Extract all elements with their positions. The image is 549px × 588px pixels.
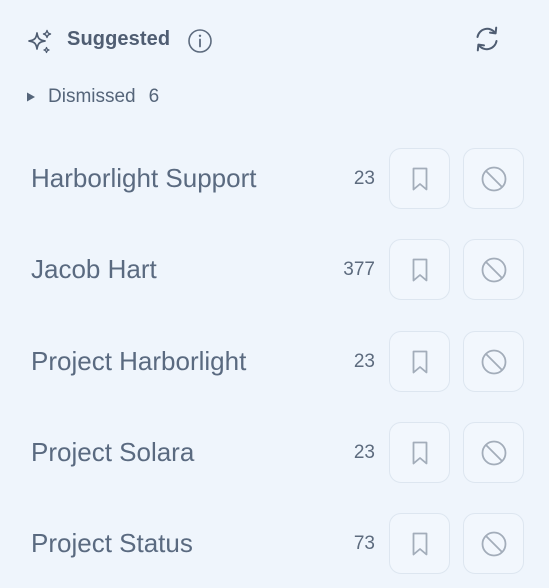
item-name: Harborlight Support — [31, 163, 257, 193]
dismissed-toggle[interactable]: Dismissed 6 — [24, 84, 159, 110]
dismiss-button[interactable] — [463, 422, 524, 483]
dismiss-button[interactable] — [463, 239, 524, 300]
list-item: Harborlight Support 23 — [0, 148, 549, 210]
block-icon — [481, 257, 506, 282]
panel-header: Suggested — [0, 0, 549, 80]
bookmark-button[interactable] — [389, 513, 450, 574]
dismiss-button[interactable] — [463, 148, 524, 209]
caret-right-icon — [24, 90, 38, 104]
list-item: Jacob Hart 377 — [0, 239, 549, 301]
item-name: Project Status — [31, 528, 193, 558]
info-icon[interactable] — [187, 28, 213, 54]
block-icon — [481, 531, 506, 556]
bookmark-button[interactable] — [389, 239, 450, 300]
suggested-panel: Suggested Dismissed 6 Harborlight Suppor… — [0, 0, 549, 588]
sparkles-icon — [26, 28, 54, 56]
bookmark-icon — [412, 350, 427, 373]
item-count: 23 — [353, 351, 375, 372]
bookmark-button[interactable] — [389, 148, 450, 209]
dismiss-button[interactable] — [463, 513, 524, 574]
bookmark-icon — [412, 441, 427, 464]
bookmark-button[interactable] — [389, 422, 450, 483]
bookmark-icon — [412, 167, 427, 190]
item-count: 377 — [343, 259, 375, 280]
item-count: 73 — [353, 533, 375, 554]
item-name: Project Harborlight — [31, 346, 247, 376]
item-name: Jacob Hart — [31, 254, 157, 284]
bookmark-icon — [412, 532, 427, 555]
bookmark-button[interactable] — [389, 331, 450, 392]
list-item: Project Status 73 — [0, 513, 549, 575]
item-count: 23 — [353, 168, 375, 189]
bookmark-icon — [412, 258, 427, 281]
item-count: 23 — [353, 442, 375, 463]
panel-title: Suggested — [67, 28, 171, 50]
item-name: Project Solara — [31, 437, 195, 467]
dismiss-button[interactable] — [463, 331, 524, 392]
block-icon — [481, 349, 506, 374]
dismissed-count: 6 — [148, 86, 160, 107]
refresh-icon — [476, 26, 498, 52]
block-icon — [481, 440, 506, 465]
refresh-button[interactable] — [470, 22, 504, 56]
list-item: Project Solara 23 — [0, 422, 549, 484]
dismissed-label: Dismissed — [48, 86, 136, 107]
list-item: Project Harborlight 23 — [0, 331, 549, 393]
block-icon — [481, 166, 506, 191]
